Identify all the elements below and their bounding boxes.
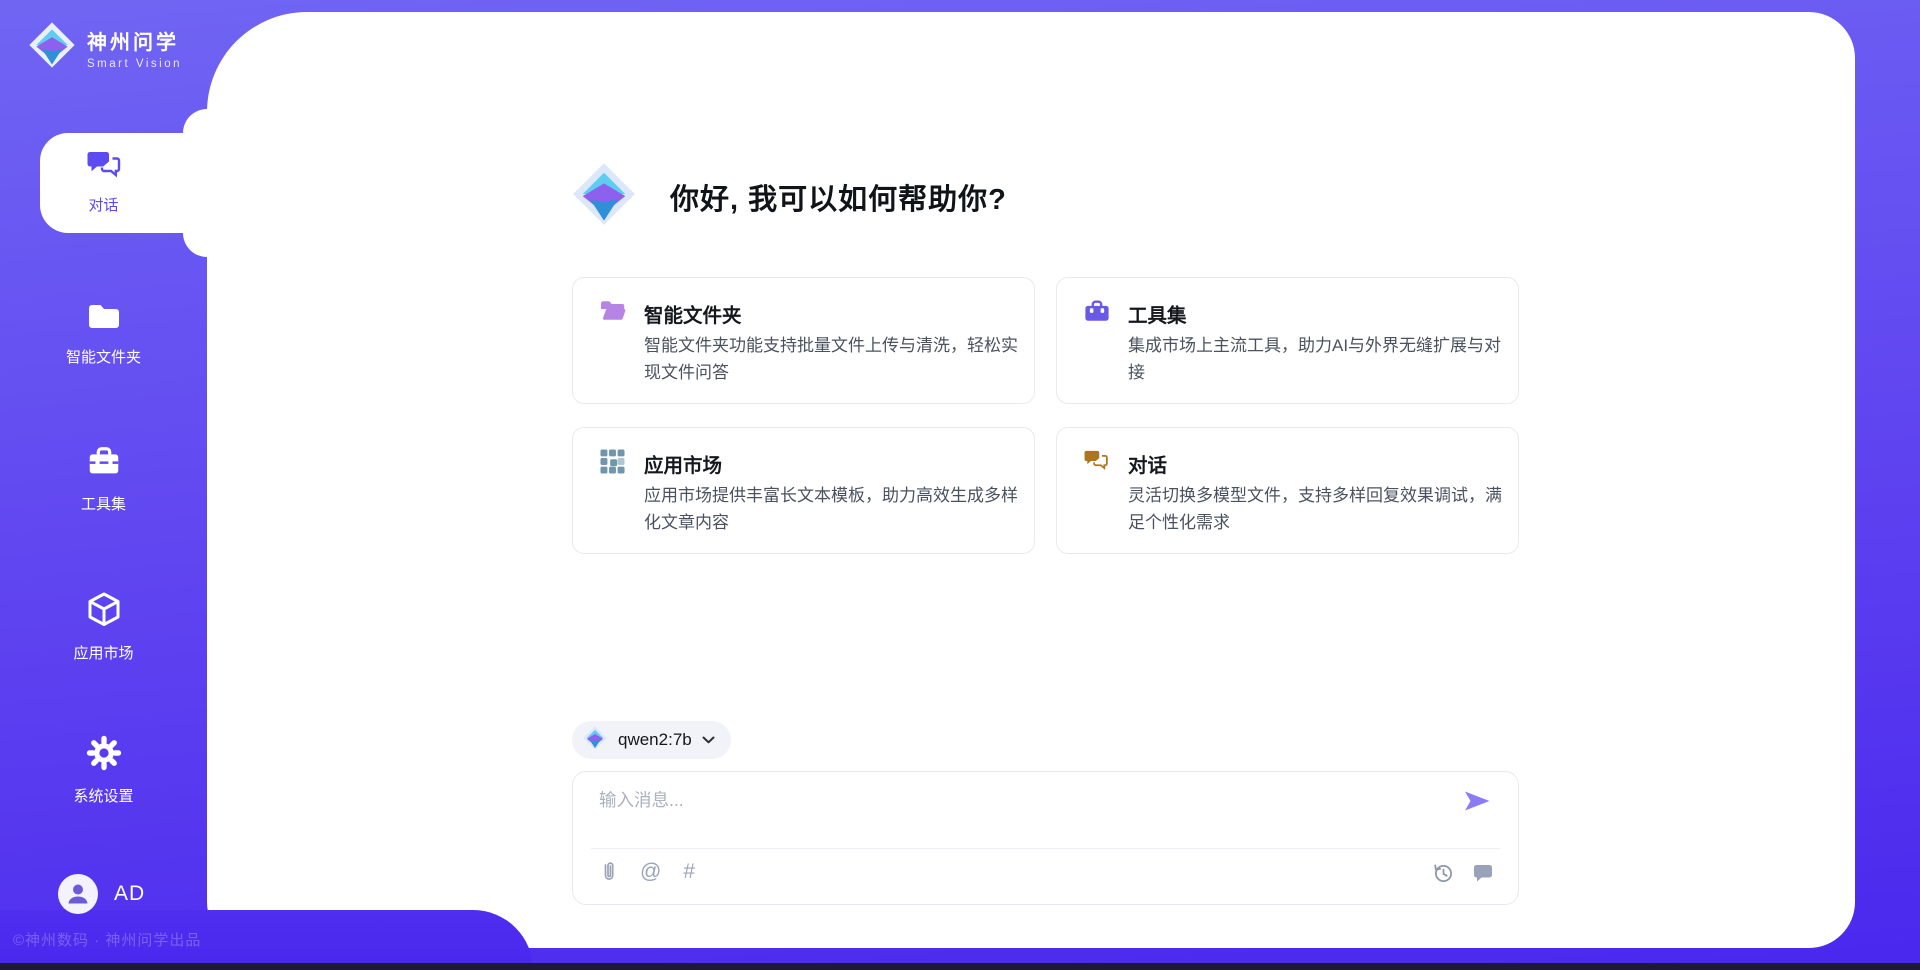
chat-bubble-icon	[1472, 863, 1494, 883]
grid-icon	[600, 449, 625, 479]
card-title: 智能文件夹	[644, 299, 742, 328]
user-account[interactable]: AD	[58, 874, 145, 914]
message-input[interactable]	[599, 787, 1449, 839]
bottom-edge-strip	[0, 963, 1920, 970]
sidebar-item-label: 智能文件夹	[0, 346, 207, 367]
history-button[interactable]	[1432, 862, 1454, 884]
attachment-button[interactable]	[599, 860, 618, 883]
sidebar-item-label: 对话	[0, 194, 207, 215]
card-description: 智能文件夹功能支持批量文件上传与清洗，轻松实现文件问答	[644, 332, 1026, 386]
toolbox-icon	[85, 468, 123, 485]
feature-card-smart-folder[interactable]: 智能文件夹 智能文件夹功能支持批量文件上传与清洗，轻松实现文件问答	[572, 277, 1035, 404]
gear-icon	[84, 760, 124, 777]
sidebar-item-toolbox[interactable]: 工具集	[0, 443, 207, 514]
feature-card-app-market[interactable]: 应用市场 应用市场提供丰富长文本模板，助力高效生成多样化文章内容	[572, 427, 1035, 554]
app-subtitle: Smart Vision	[87, 58, 182, 70]
hash-icon: #	[683, 860, 695, 883]
briefcase-icon	[1084, 299, 1110, 327]
greeting-title: 你好, 我可以如何帮助你?	[670, 176, 1007, 218]
chat-icon	[86, 169, 122, 186]
user-initials: AD	[114, 882, 145, 906]
send-button[interactable]	[1462, 788, 1492, 814]
card-title: 对话	[1128, 449, 1167, 478]
greeting-diamond-icon	[570, 160, 638, 233]
feature-card-toolbox[interactable]: 工具集 集成市场上主流工具，助力AI与外界无缝扩展与对接	[1056, 277, 1519, 404]
sidebar-item-smart-folder[interactable]: 智能文件夹	[0, 298, 207, 367]
active-tab-fillet-bottom	[183, 233, 207, 257]
avatar	[58, 874, 98, 914]
conversation-button[interactable]	[1472, 863, 1494, 883]
sidebar-item-app-market[interactable]: 应用市场	[0, 590, 207, 663]
topic-button[interactable]: #	[683, 861, 695, 883]
model-selector[interactable]: qwen2:7b	[572, 721, 731, 759]
card-title: 工具集	[1128, 299, 1187, 328]
composer-divider	[591, 848, 1500, 849]
card-title: 应用市场	[644, 449, 722, 478]
sidebar-item-label: 应用市场	[0, 642, 207, 663]
app-logo: 神州问学 Smart Vision	[27, 20, 182, 75]
folder-open-icon	[600, 299, 627, 327]
sidebar-item-settings[interactable]: 系统设置	[0, 733, 207, 806]
model-name: qwen2:7b	[618, 730, 692, 750]
chat-bubbles-icon	[1084, 449, 1109, 477]
sidebar-item-chat[interactable]: 对话	[0, 146, 207, 215]
greeting-block: 你好, 我可以如何帮助你?	[570, 160, 1007, 233]
active-tab-fillet-top	[183, 109, 207, 133]
message-composer: @ #	[572, 771, 1519, 905]
at-icon: @	[640, 860, 661, 883]
card-description: 集成市场上主流工具，助力AI与外界无缝扩展与对接	[1128, 332, 1510, 386]
mention-button[interactable]: @	[640, 861, 661, 883]
sidebar-item-label: 系统设置	[0, 785, 207, 806]
cube-icon	[84, 617, 124, 634]
brand-diamond-icon	[27, 20, 77, 75]
chevron-down-icon	[702, 731, 715, 749]
model-diamond-icon	[582, 725, 608, 756]
send-icon	[1462, 788, 1492, 814]
folder-icon	[86, 321, 122, 338]
paperclip-icon	[599, 860, 618, 883]
history-icon	[1432, 862, 1454, 884]
card-description: 应用市场提供丰富长文本模板，助力高效生成多样化文章内容	[644, 482, 1026, 536]
sidebar-item-label: 工具集	[0, 493, 207, 514]
card-description: 灵活切换多模型文件，支持多样回复效果调试，满足个性化需求	[1128, 482, 1510, 536]
app-name: 神州问学	[87, 26, 182, 55]
copyright-text: ©神州数码 · 神州问学出品	[13, 929, 201, 950]
feature-card-chat[interactable]: 对话 灵活切换多模型文件，支持多样回复效果调试，满足个性化需求	[1056, 427, 1519, 554]
